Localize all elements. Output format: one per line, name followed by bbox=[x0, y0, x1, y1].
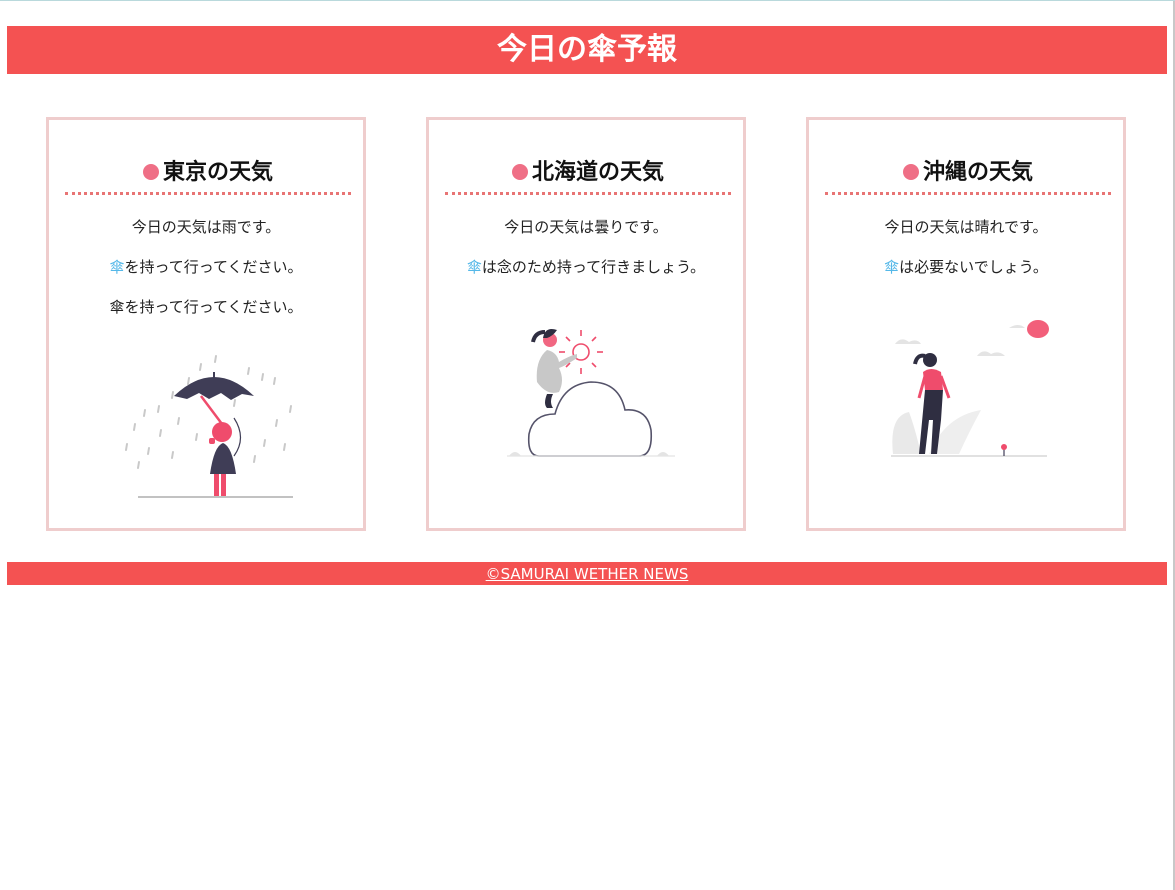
umbrella-advice-text: を持って行ってください。 bbox=[124, 258, 303, 276]
bullet-dot-icon bbox=[902, 164, 919, 180]
woman-on-cloud-with-sun-icon bbox=[507, 329, 675, 457]
card-title-text: 北海道の天気 bbox=[531, 160, 664, 185]
umbrella-char: 傘 bbox=[884, 258, 900, 276]
umbrella-advice-text: は念のため持って行きましょう。 bbox=[481, 258, 706, 276]
woman-walking-sunny-day-icon bbox=[891, 320, 1049, 457]
card-title: 東京の天気 bbox=[65, 154, 351, 195]
weather-card-tokyo: 東京の天気 今日の天気は雨です。 傘を持って行ってください。 傘を持って行ってく… bbox=[46, 117, 366, 531]
umbrella-char: 傘 bbox=[466, 258, 482, 276]
umbrella-advice: 傘は念のため持って行きましょう。 bbox=[429, 256, 743, 277]
footer-copyright-link[interactable]: ©SAMURAI WETHER NEWS bbox=[486, 565, 689, 583]
weather-description: 今日の天気は雨です。 bbox=[131, 218, 281, 236]
card-title: 北海道の天気 bbox=[445, 154, 731, 195]
umbrella-advice-repeat: 傘を持って行ってください。 bbox=[109, 298, 303, 316]
umbrella-char: 傘 bbox=[109, 258, 125, 276]
weather-card-okinawa: 沖縄の天気 今日の天気は晴れです。 傘は必要ないでしょう。 bbox=[806, 117, 1126, 531]
umbrella-advice: 傘を持って行ってください。 bbox=[49, 256, 363, 277]
page-title: 今日の傘予報 bbox=[7, 26, 1167, 74]
umbrella-advice: 傘は必要ないでしょう。 bbox=[809, 256, 1123, 277]
weather-description: 今日の天気は晴れです。 bbox=[884, 218, 1048, 236]
card-title-text: 沖縄の天気 bbox=[922, 160, 1033, 185]
bullet-dot-icon bbox=[511, 164, 528, 180]
footer: ©SAMURAI WETHER NEWS bbox=[7, 562, 1167, 585]
woman-with-umbrella-in-rain-icon bbox=[125, 355, 293, 498]
bullet-dot-icon bbox=[142, 164, 159, 180]
card-title: 沖縄の天気 bbox=[825, 154, 1111, 195]
weather-description: 今日の天気は曇りです。 bbox=[504, 218, 668, 236]
weather-card-hokkaido: 北海道の天気 今日の天気は曇りです。 傘は念のため持って行きましょう。 bbox=[426, 117, 746, 531]
umbrella-advice-text: は必要ないでしょう。 bbox=[899, 258, 1048, 276]
card-title-text: 東京の天気 bbox=[162, 160, 273, 185]
